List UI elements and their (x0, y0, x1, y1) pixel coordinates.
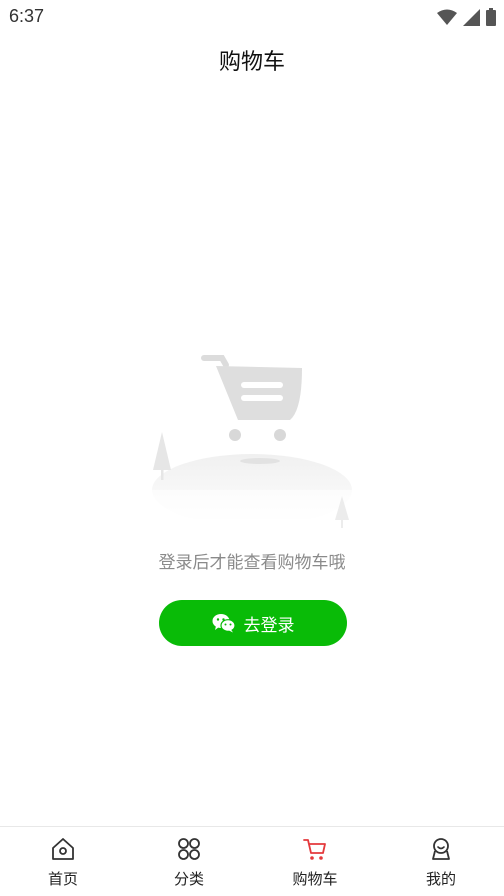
tab-profile[interactable]: 我的 (378, 827, 504, 896)
tab-home-label: 首页 (47, 870, 78, 888)
tab-home[interactable]: 首页 (0, 827, 126, 896)
battery-icon (486, 8, 496, 26)
tab-category[interactable]: 分类 (126, 827, 252, 896)
tab-cart-label: 购物车 (292, 870, 338, 888)
empty-cart-message: 登录后才能查看购物车哦 (158, 553, 346, 573)
login-button-label: 去登录 (243, 615, 295, 636)
bottom-tab-bar: 首页 分类 购物车 我的 (0, 826, 504, 896)
tab-cart[interactable]: 购物车 (252, 827, 378, 896)
wifi-icon (437, 9, 457, 25)
tab-profile-label: 我的 (425, 870, 456, 888)
tab-category-label: 分类 (173, 870, 204, 888)
home-icon (52, 838, 74, 860)
wechat-icon (212, 614, 236, 633)
page-title: 购物车 (218, 50, 285, 75)
status-time: 6:37 (9, 6, 45, 26)
category-grid-icon (178, 838, 200, 860)
status-icons (437, 8, 496, 26)
wechat-login-button[interactable]: 去登录 (159, 600, 347, 646)
profile-icon (432, 838, 450, 860)
empty-cart-illustration (146, 355, 358, 535)
cart-icon (303, 839, 326, 860)
page-header: 购物车 (0, 40, 504, 86)
cellular-signal-icon (463, 8, 480, 26)
status-bar: 6:37 (0, 0, 504, 34)
